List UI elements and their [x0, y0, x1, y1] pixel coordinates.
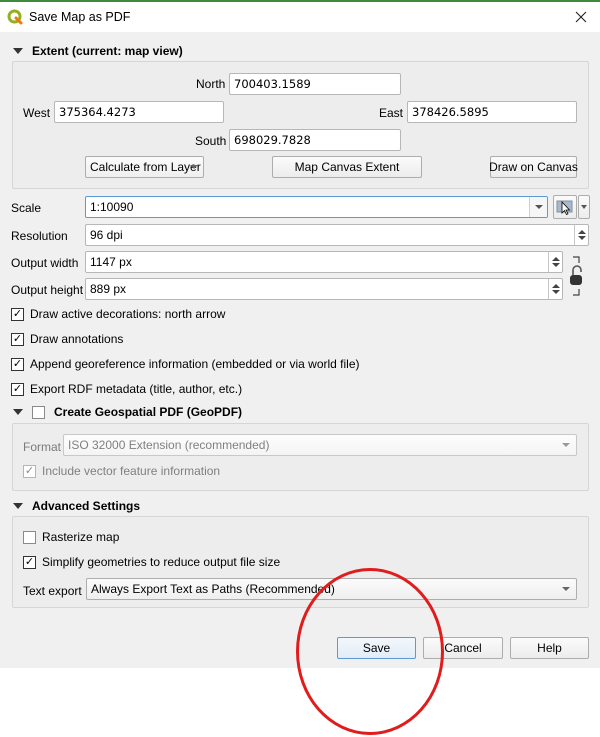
output-height-value: 889 px	[90, 282, 127, 296]
spin-up-icon	[551, 284, 560, 288]
east-label: East	[379, 106, 404, 120]
help-button[interactable]: Help	[510, 637, 589, 659]
geopdf-section-title: Create Geospatial PDF (GeoPDF)	[54, 405, 243, 419]
checkbox-unchecked-icon	[23, 530, 36, 544]
output-height-label: Output height	[11, 283, 84, 297]
checkbox-checked-icon: ✓	[23, 555, 36, 569]
close-icon	[575, 11, 587, 23]
output-width-value: 1147 px	[90, 255, 132, 269]
aspect-ratio-lock-button[interactable]	[569, 255, 583, 297]
qgis-logo-icon	[7, 9, 23, 25]
draw-decorations-label: Draw active decorations: north arrow	[30, 307, 226, 321]
text-export-value: Always Export Text as Paths (Recommended…	[91, 582, 335, 596]
scale-from-map-button[interactable]	[553, 195, 577, 219]
rasterize-map-label: Rasterize map	[42, 530, 120, 544]
chevron-down-icon	[535, 205, 543, 209]
format-label: Format	[23, 440, 62, 454]
include-vector-label: Include vector feature information	[42, 464, 221, 478]
chevron-down-icon	[190, 165, 198, 169]
checkbox-checked-icon: ✓	[11, 382, 24, 396]
title-bar: Save Map as PDF	[0, 2, 600, 32]
scale-dropdown-toggle[interactable]	[529, 197, 547, 217]
simplify-geometries-checkbox[interactable]: ✓ Simplify geometries to reduce output f…	[23, 555, 280, 569]
close-button[interactable]	[568, 4, 594, 30]
append-georeference-checkbox[interactable]: ✓ Append georeference information (embed…	[11, 357, 360, 371]
save-map-pdf-dialog: Extent (current: map view) North 700403.…	[0, 32, 600, 668]
checkbox-checked-icon: ✓	[11, 332, 24, 346]
chevron-down-icon	[581, 205, 587, 209]
north-label: North	[196, 77, 226, 91]
resolution-spin-arrows[interactable]	[574, 225, 588, 245]
format-value: ISO 32000 Extension (recommended)	[68, 438, 270, 452]
spin-down-icon	[551, 290, 560, 294]
scale-value: 1:10090	[90, 200, 134, 214]
chevron-down-icon	[562, 587, 570, 591]
output-width-spinbox[interactable]: 1147 px	[85, 251, 563, 273]
west-label: West	[23, 106, 51, 120]
unlock-icon	[570, 256, 582, 296]
simplify-geometries-label: Simplify geometries to reduce output fil…	[42, 555, 281, 569]
resolution-value: 96 dpi	[90, 228, 123, 242]
output-height-spinbox[interactable]: 889 px	[85, 278, 563, 300]
south-input[interactable]: 698029.7828	[229, 129, 401, 151]
scale-combobox[interactable]: 1:10090	[85, 196, 548, 218]
checkbox-checked-icon: ✓	[11, 307, 24, 321]
rasterize-map-checkbox[interactable]: Rasterize map	[23, 530, 119, 544]
calculate-from-layer-label: Calculate from Layer	[90, 160, 201, 174]
format-dropdown[interactable]: ISO 32000 Extension (recommended)	[63, 434, 577, 456]
checkbox-checked-icon: ✓	[23, 464, 36, 478]
window-title: Save Map as PDF	[29, 10, 131, 24]
text-export-label: Text export	[23, 584, 82, 598]
resolution-spinbox[interactable]: 96 dpi	[85, 224, 589, 246]
extent-section-header[interactable]: Extent (current: map view)	[13, 44, 183, 58]
append-georeference-label: Append georeference information (embedde…	[30, 357, 360, 371]
resolution-label: Resolution	[11, 229, 68, 243]
north-input[interactable]: 700403.1589	[229, 73, 401, 95]
east-input[interactable]: 378426.5895	[407, 101, 577, 123]
geopdf-section-header[interactable]: Create Geospatial PDF (GeoPDF)	[13, 405, 242, 419]
spin-down-icon	[577, 236, 586, 240]
draw-on-canvas-button[interactable]: Draw on Canvas	[489, 156, 578, 178]
west-input[interactable]: 375364.4273	[54, 101, 224, 123]
collapse-triangle-icon	[13, 48, 23, 54]
scale-menu-button[interactable]	[578, 195, 590, 219]
collapse-triangle-icon	[13, 503, 23, 509]
draw-annotations-label: Draw annotations	[30, 332, 124, 346]
map-cursor-icon	[556, 200, 573, 215]
output-height-spin-arrows[interactable]	[548, 279, 562, 299]
spin-up-icon	[551, 257, 560, 261]
output-width-label: Output width	[11, 256, 79, 270]
south-label: South	[195, 134, 227, 148]
extent-section-title: Extent (current: map view)	[32, 44, 183, 58]
calculate-from-layer-dropdown[interactable]: Calculate from Layer	[85, 156, 204, 178]
advanced-section-header[interactable]: Advanced Settings	[13, 499, 140, 513]
export-rdf-label: Export RDF metadata (title, author, etc.…	[30, 382, 243, 396]
checkbox-checked-icon: ✓	[11, 357, 24, 371]
chevron-down-icon	[562, 443, 570, 447]
output-width-spin-arrows[interactable]	[548, 252, 562, 272]
text-export-dropdown[interactable]: Always Export Text as Paths (Recommended…	[86, 578, 577, 600]
cancel-button[interactable]: Cancel	[423, 637, 503, 659]
advanced-section-title: Advanced Settings	[32, 499, 141, 513]
scale-label: Scale	[11, 201, 42, 215]
save-button[interactable]: Save	[337, 637, 416, 659]
export-rdf-checkbox[interactable]: ✓ Export RDF metadata (title, author, et…	[11, 382, 242, 396]
spin-up-icon	[577, 230, 586, 234]
geopdf-checkbox[interactable]	[32, 405, 45, 419]
collapse-triangle-icon	[13, 409, 23, 415]
include-vector-checkbox[interactable]: ✓ Include vector feature information	[23, 464, 220, 478]
spin-down-icon	[551, 263, 560, 267]
map-canvas-extent-button[interactable]: Map Canvas Extent	[272, 156, 422, 178]
draw-annotations-checkbox[interactable]: ✓ Draw annotations	[11, 332, 123, 346]
draw-decorations-checkbox[interactable]: ✓ Draw active decorations: north arrow	[11, 307, 225, 321]
